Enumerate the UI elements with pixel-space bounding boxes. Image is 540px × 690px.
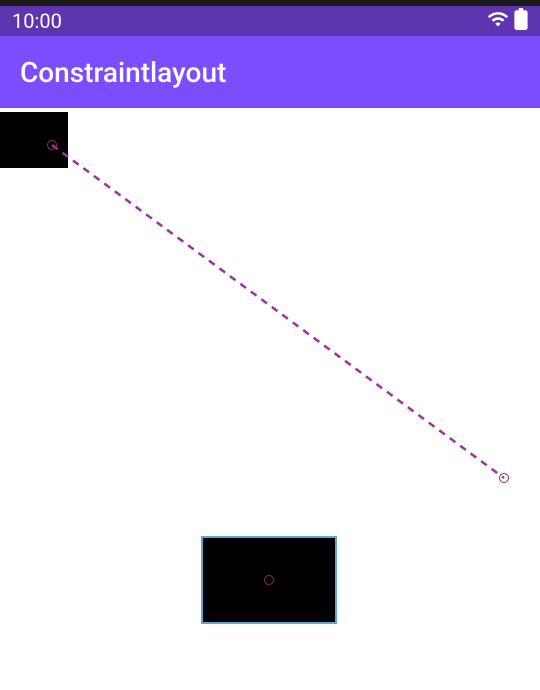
constraint-handle-start[interactable] xyxy=(47,140,57,150)
view-widget-1[interactable] xyxy=(0,112,68,168)
wifi-icon xyxy=(487,8,509,34)
constraint-handle-center[interactable] xyxy=(264,575,274,585)
app-bar: Constraintlayout xyxy=(0,36,540,108)
status-time: 10:00 xyxy=(12,9,62,33)
app-title: Constraintlayout xyxy=(20,56,226,89)
constraint-handle-end[interactable] xyxy=(499,473,509,483)
status-icons xyxy=(487,8,528,34)
status-bar: 10:00 xyxy=(0,6,540,36)
battery-icon xyxy=(514,8,528,34)
layout-editor-canvas[interactable] xyxy=(0,108,540,690)
